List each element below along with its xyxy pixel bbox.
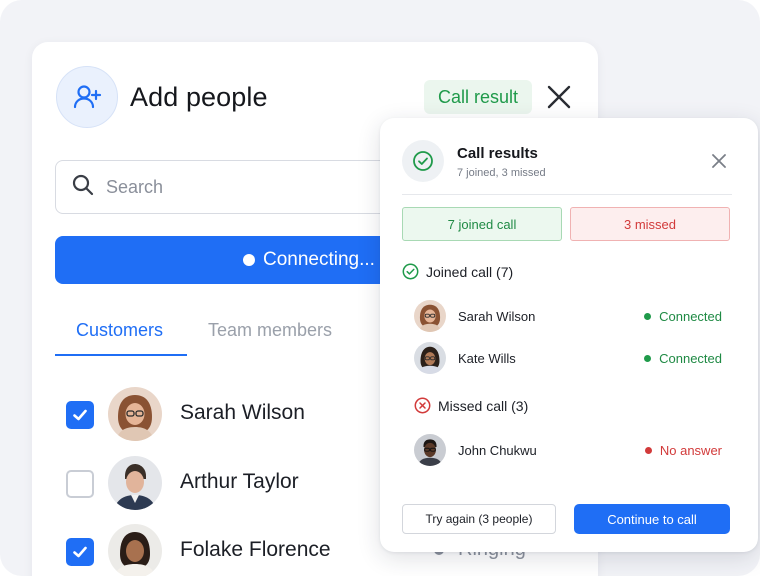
list-item: Kate Wills Connected — [414, 342, 724, 376]
list-item: John Chukwu No answer — [414, 434, 724, 468]
connecting-label: Connecting... — [263, 249, 375, 270]
contact-name: Sarah Wilson — [458, 309, 536, 324]
close-icon[interactable] — [710, 152, 728, 170]
status-dot-icon — [644, 313, 652, 320]
status-badge: No answer — [644, 443, 722, 458]
contact-name: Kate Wills — [458, 351, 516, 366]
avatar — [108, 524, 162, 576]
missed-count-badge: 3 missed — [570, 207, 730, 241]
joined-section-header: Joined call (7) — [402, 263, 513, 280]
x-circle-icon — [414, 397, 431, 414]
joined-section-label: Joined call (7) — [426, 263, 514, 280]
status-dot-icon — [243, 254, 255, 266]
checkbox[interactable] — [66, 538, 94, 566]
search-field[interactable] — [55, 160, 415, 214]
joined-count-badge: 7 joined call — [402, 207, 562, 241]
status-label: No answer — [659, 443, 722, 458]
call-result-button[interactable]: Call result — [424, 80, 533, 114]
person-name: Folake Florence — [180, 538, 331, 561]
search-icon — [72, 174, 94, 201]
avatar — [108, 456, 162, 510]
dialog-title: Call results — [457, 145, 538, 162]
check-icon — [73, 546, 87, 558]
person-name: Sarah Wilson — [180, 401, 305, 424]
try-again-button[interactable]: Try again (3 people) — [402, 504, 556, 534]
status-dot-icon — [644, 355, 652, 362]
contact-name: John Chukwu — [458, 443, 537, 458]
call-results-dialog: Call results 7 joined, 3 missed 7 joined… — [380, 118, 758, 552]
person-name: Arthur Taylor — [180, 470, 299, 493]
search-input[interactable] — [106, 176, 346, 198]
divider — [402, 194, 732, 195]
checkbox[interactable] — [66, 470, 94, 498]
active-tab-indicator — [55, 354, 187, 356]
status-dot-icon — [644, 447, 652, 454]
tab-team-members[interactable]: Team members — [208, 320, 332, 341]
tab-customers[interactable]: Customers — [76, 320, 163, 341]
dialog-title: Add people — [130, 82, 268, 112]
checkbox[interactable] — [66, 401, 94, 429]
add-user-icon — [56, 66, 118, 128]
status-label: Connected — [659, 351, 722, 366]
missed-section-label: Missed call (3) — [438, 397, 529, 414]
status-badge: Connected — [644, 351, 722, 366]
avatar — [108, 387, 162, 441]
continue-to-call-button[interactable]: Continue to call — [574, 504, 730, 534]
connecting-button[interactable]: Connecting... — [55, 236, 395, 284]
status-label: Connected — [659, 309, 722, 324]
avatar — [414, 342, 446, 374]
avatar — [414, 300, 446, 332]
list-item: Sarah Wilson Connected — [414, 300, 724, 334]
dialog-subtitle: 7 joined, 3 missed — [457, 167, 546, 179]
check-circle-icon — [402, 140, 444, 182]
avatar — [414, 434, 446, 466]
status-badge: Connected — [644, 309, 722, 324]
close-icon[interactable] — [544, 82, 574, 112]
check-icon — [73, 409, 87, 421]
missed-section-header: Missed call (3) — [414, 397, 528, 414]
check-circle-icon — [402, 263, 419, 280]
